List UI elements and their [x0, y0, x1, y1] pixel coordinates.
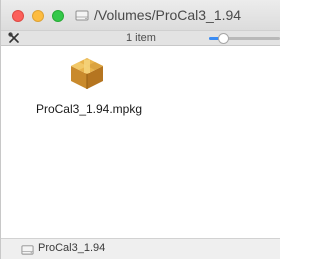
- icon-size-slider-knob[interactable]: [218, 33, 229, 44]
- path-item-label[interactable]: ProCal3_1.94: [38, 242, 105, 254]
- path-bar: ProCal3_1.94: [1, 238, 280, 259]
- file-name[interactable]: ProCal3_1.94.mpkg: [29, 102, 149, 116]
- file-item[interactable]: ProCal3_1.94.mpkg: [29, 52, 149, 122]
- maximize-button[interactable]: [52, 10, 64, 22]
- close-button[interactable]: [12, 10, 24, 22]
- window-title: /Volumes/ProCal3_1.94: [94, 7, 242, 23]
- title-bar[interactable]: /Volumes/ProCal3_1.94: [1, 0, 280, 30]
- item-count: 1 item: [126, 32, 156, 44]
- tools-icon[interactable]: [8, 32, 20, 44]
- finder-window: /Volumes/ProCal3_1.94 1 item ProCal3_1.9…: [0, 0, 280, 259]
- window-title-group: /Volumes/ProCal3_1.94: [75, 6, 241, 24]
- status-bar: 1 item: [1, 30, 280, 46]
- file-area[interactable]: ProCal3_1.94.mpkg: [1, 46, 280, 238]
- minimize-button[interactable]: [32, 10, 44, 22]
- disk-icon: [75, 10, 89, 21]
- package-icon: [71, 58, 103, 89]
- disk-icon[interactable]: [21, 243, 34, 256]
